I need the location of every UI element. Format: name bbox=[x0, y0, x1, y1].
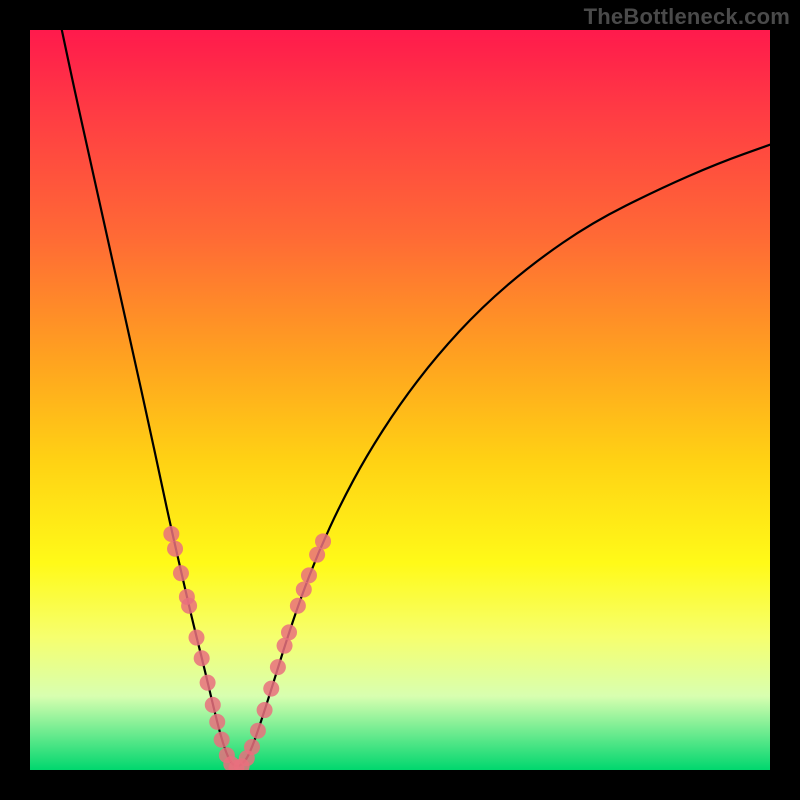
curve-marker bbox=[200, 675, 216, 691]
curve-marker bbox=[163, 526, 179, 542]
curve-marker bbox=[244, 739, 260, 755]
curve-marker bbox=[209, 714, 225, 730]
curve-marker bbox=[263, 681, 279, 697]
chart-frame: TheBottleneck.com bbox=[0, 0, 800, 800]
curve-marker bbox=[194, 650, 210, 666]
bottleneck-curve-svg bbox=[30, 30, 770, 770]
curve-marker bbox=[301, 567, 317, 583]
curve-marker bbox=[250, 723, 266, 739]
curve-marker bbox=[290, 598, 306, 614]
curve-marker bbox=[315, 533, 331, 549]
curve-marker bbox=[296, 581, 312, 597]
curve-marker bbox=[214, 732, 230, 748]
watermark-text: TheBottleneck.com bbox=[584, 4, 790, 30]
curve-marker bbox=[189, 630, 205, 646]
curve-marker bbox=[173, 565, 189, 581]
curve-marker bbox=[257, 702, 273, 718]
curve-marker bbox=[167, 541, 183, 557]
curve-markers-group bbox=[163, 526, 331, 770]
curve-marker bbox=[181, 598, 197, 614]
curve-marker bbox=[205, 697, 221, 713]
curve-marker bbox=[281, 624, 297, 640]
bottleneck-curve-path bbox=[62, 30, 770, 766]
curve-marker bbox=[270, 659, 286, 675]
